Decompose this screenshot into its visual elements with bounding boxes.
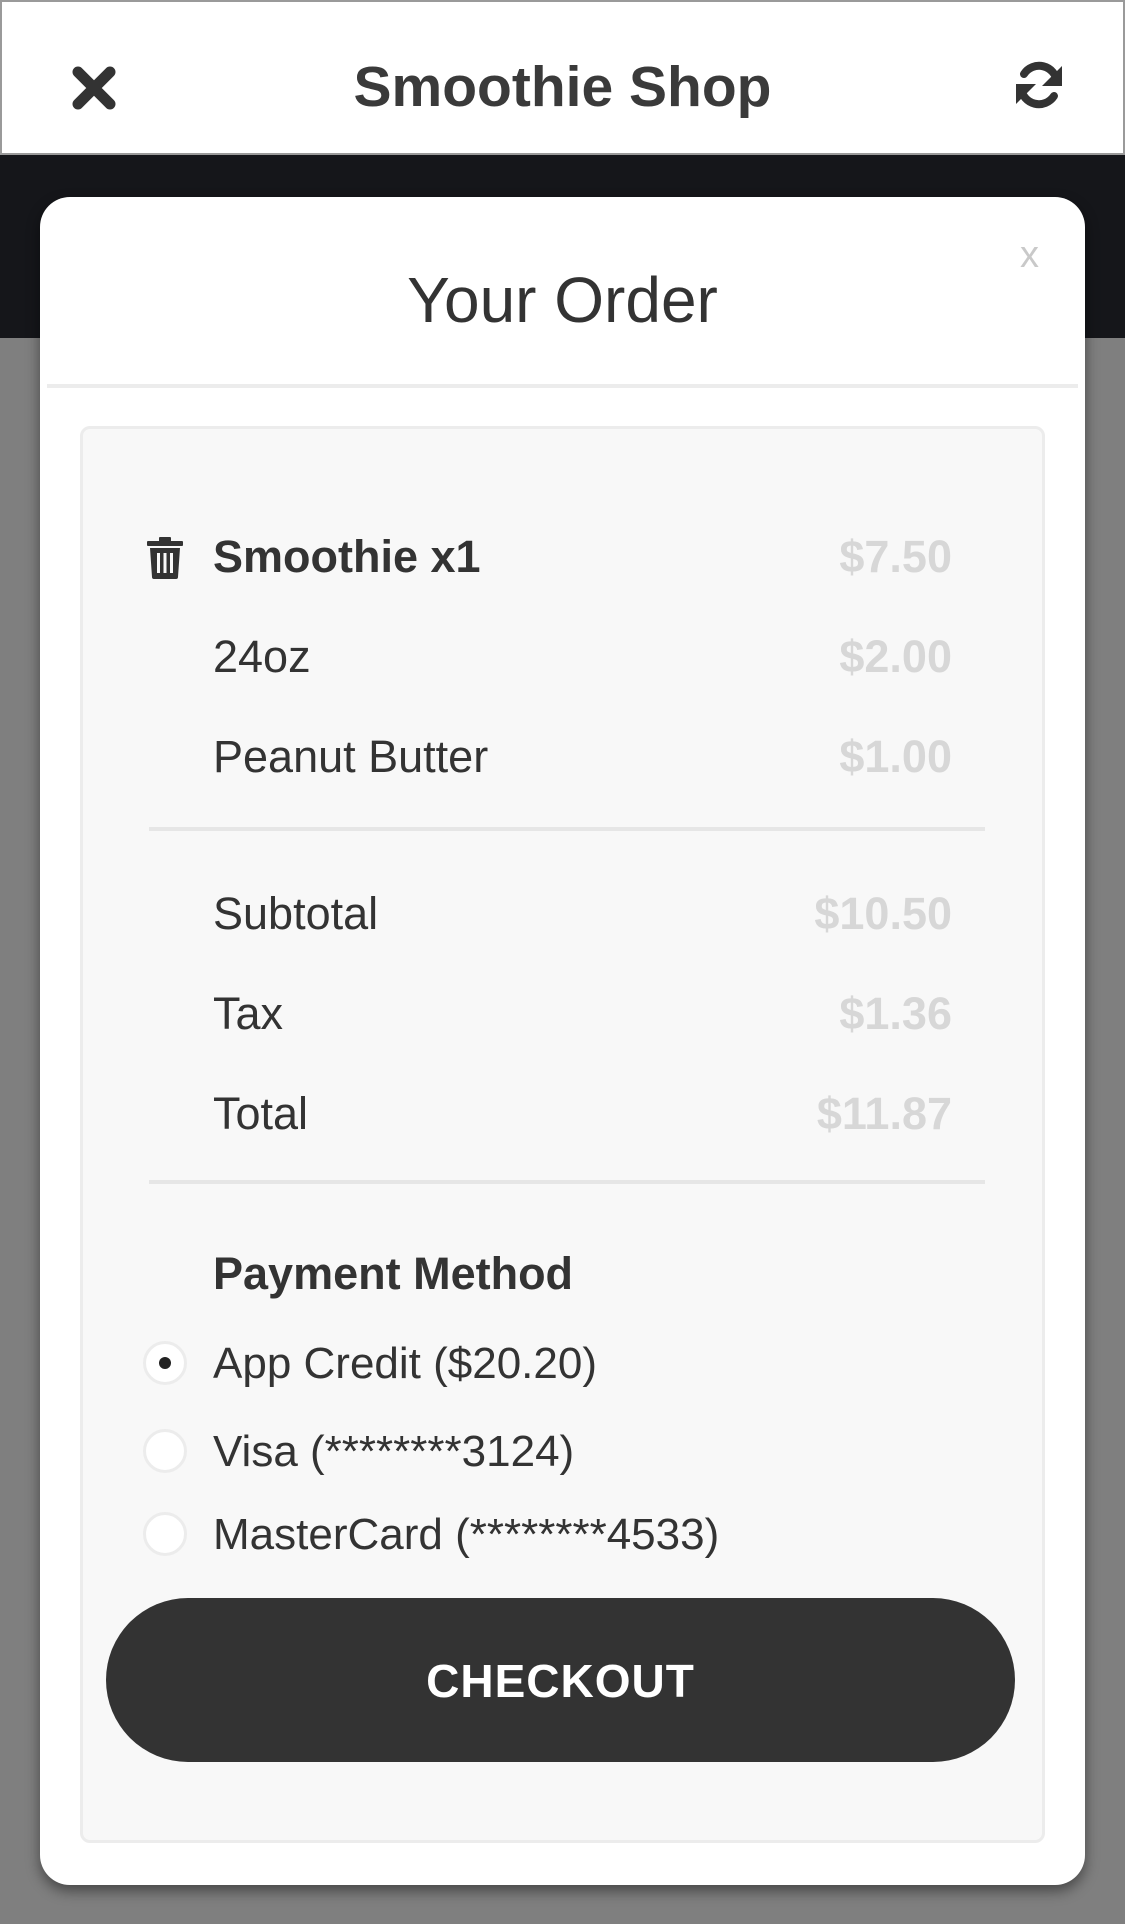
- item-price: $7.50: [839, 531, 952, 582]
- app-header: Smoothie Shop: [0, 0, 1125, 155]
- radio-button-selected[interactable]: [143, 1341, 187, 1385]
- order-modal: x Your Order Smoothie x1 $7.50 24oz $2.0…: [40, 197, 1085, 1885]
- modal-divider: [47, 384, 1078, 388]
- subtotal-label: Subtotal: [213, 888, 379, 939]
- checkout-button[interactable]: CHECKOUT: [106, 1598, 1015, 1762]
- total-value: $11.87: [816, 1088, 952, 1139]
- subtotal-row: Subtotal $10.50: [83, 884, 1042, 944]
- payment-option-label: MasterCard (********4533): [213, 1510, 720, 1559]
- order-item-row: Smoothie x1 $7.50: [83, 527, 1042, 587]
- tax-label: Tax: [213, 988, 284, 1039]
- item-name: Smoothie x1: [213, 531, 481, 582]
- payment-method-heading: Payment Method: [213, 1248, 574, 1299]
- option-price: $1.00: [839, 731, 952, 782]
- tax-row: Tax $1.36: [83, 984, 1042, 1044]
- payment-option-mastercard[interactable]: MasterCard (********4533): [83, 1505, 1042, 1565]
- tax-value: $1.36: [839, 988, 952, 1039]
- total-row: Total $11.87: [83, 1084, 1042, 1144]
- divider: [149, 827, 985, 831]
- option-label: Peanut Butter: [213, 731, 489, 782]
- radio-button[interactable]: [143, 1429, 187, 1473]
- radio-button[interactable]: [143, 1512, 187, 1556]
- subtotal-value: $10.50: [814, 888, 952, 939]
- app-title: Smoothie Shop: [353, 55, 772, 119]
- radio-dot: [159, 1357, 171, 1369]
- divider: [149, 1180, 985, 1184]
- option-row: 24oz $2.00: [83, 627, 1042, 687]
- modal-title: Your Order: [407, 264, 718, 336]
- total-label: Total: [213, 1088, 309, 1139]
- option-row: Peanut Butter $1.00: [83, 727, 1042, 787]
- payment-option-app-credit[interactable]: App Credit ($20.20): [83, 1334, 1042, 1394]
- refresh-icon[interactable]: [1012, 58, 1066, 112]
- option-label: 24oz: [213, 631, 311, 682]
- option-price: $2.00: [839, 631, 952, 682]
- payment-option-label: App Credit ($20.20): [213, 1339, 597, 1388]
- payment-option-visa[interactable]: Visa (********3124): [83, 1422, 1042, 1482]
- payment-option-label: Visa (********3124): [213, 1427, 575, 1476]
- trash-icon[interactable]: [147, 537, 183, 579]
